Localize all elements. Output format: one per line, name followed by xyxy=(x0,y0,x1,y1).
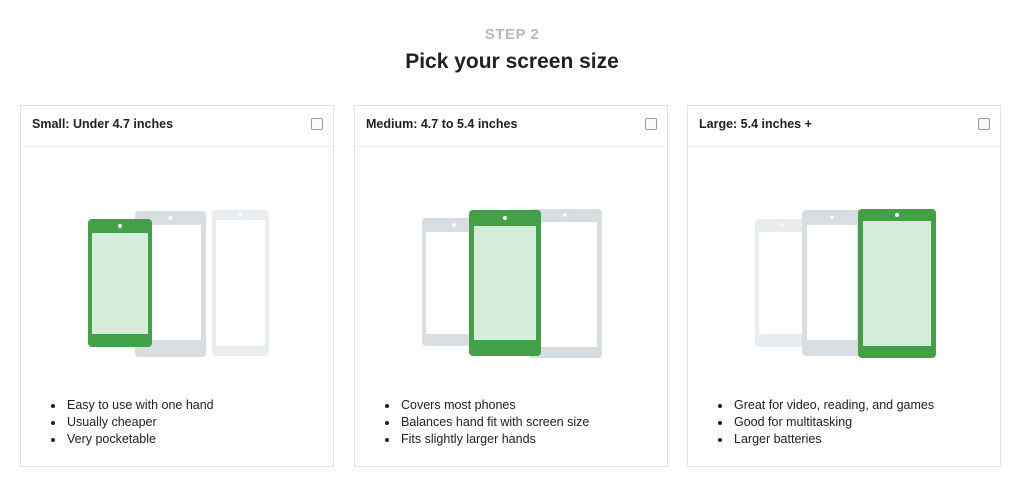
medium-phone-illustration xyxy=(422,209,602,358)
feature-item: Very pocketable xyxy=(65,431,214,448)
size-option-small[interactable]: Small: Under 4.7 inches Easy to use with… xyxy=(20,105,334,467)
size-small-checkbox[interactable] xyxy=(311,118,323,130)
size-option-label: Medium: 4.7 to 5.4 inches xyxy=(366,117,518,131)
size-option-label: Small: Under 4.7 inches xyxy=(32,117,174,131)
medium-phone-highlight-icon xyxy=(469,210,541,356)
feature-list: Great for video, reading, and games Good… xyxy=(718,397,934,448)
step-label: STEP 2 xyxy=(484,26,540,43)
feature-list: Easy to use with one hand Usually cheape… xyxy=(51,397,214,448)
feature-item: Fits slightly larger hands xyxy=(399,431,589,448)
size-option-medium[interactable]: Medium: 4.7 to 5.4 inches Covers most ph… xyxy=(354,105,668,467)
large-phone-outline-icon xyxy=(212,210,269,356)
size-large-checkbox[interactable] xyxy=(978,118,990,130)
medium-phone-outline-icon xyxy=(802,210,862,356)
feature-item: Balances hand fit with screen size xyxy=(399,414,589,431)
page-title: Pick your screen size xyxy=(405,50,619,73)
size-option-large[interactable]: Large: 5.4 inches + Great for video, rea… xyxy=(687,105,1001,467)
card-header: Medium: 4.7 to 5.4 inches xyxy=(355,106,667,147)
large-phone-illustration xyxy=(755,209,936,358)
size-option-label: Large: 5.4 inches + xyxy=(699,117,812,131)
size-medium-checkbox[interactable] xyxy=(645,118,657,130)
feature-item: Larger batteries xyxy=(732,431,934,448)
large-phone-highlight-icon xyxy=(858,209,936,358)
feature-item: Covers most phones xyxy=(399,397,589,414)
feature-item: Great for video, reading, and games xyxy=(732,397,934,414)
feature-item: Easy to use with one hand xyxy=(65,397,214,414)
small-phone-illustration xyxy=(88,210,269,357)
small-phone-highlight-icon xyxy=(88,219,152,347)
card-header: Large: 5.4 inches + xyxy=(688,106,1000,147)
card-header: Small: Under 4.7 inches xyxy=(21,106,333,147)
feature-list: Covers most phones Balances hand fit wit… xyxy=(385,397,589,448)
small-phone-outline-icon xyxy=(755,219,809,347)
feature-item: Usually cheaper xyxy=(65,414,214,431)
feature-item: Good for multitasking xyxy=(732,414,934,431)
